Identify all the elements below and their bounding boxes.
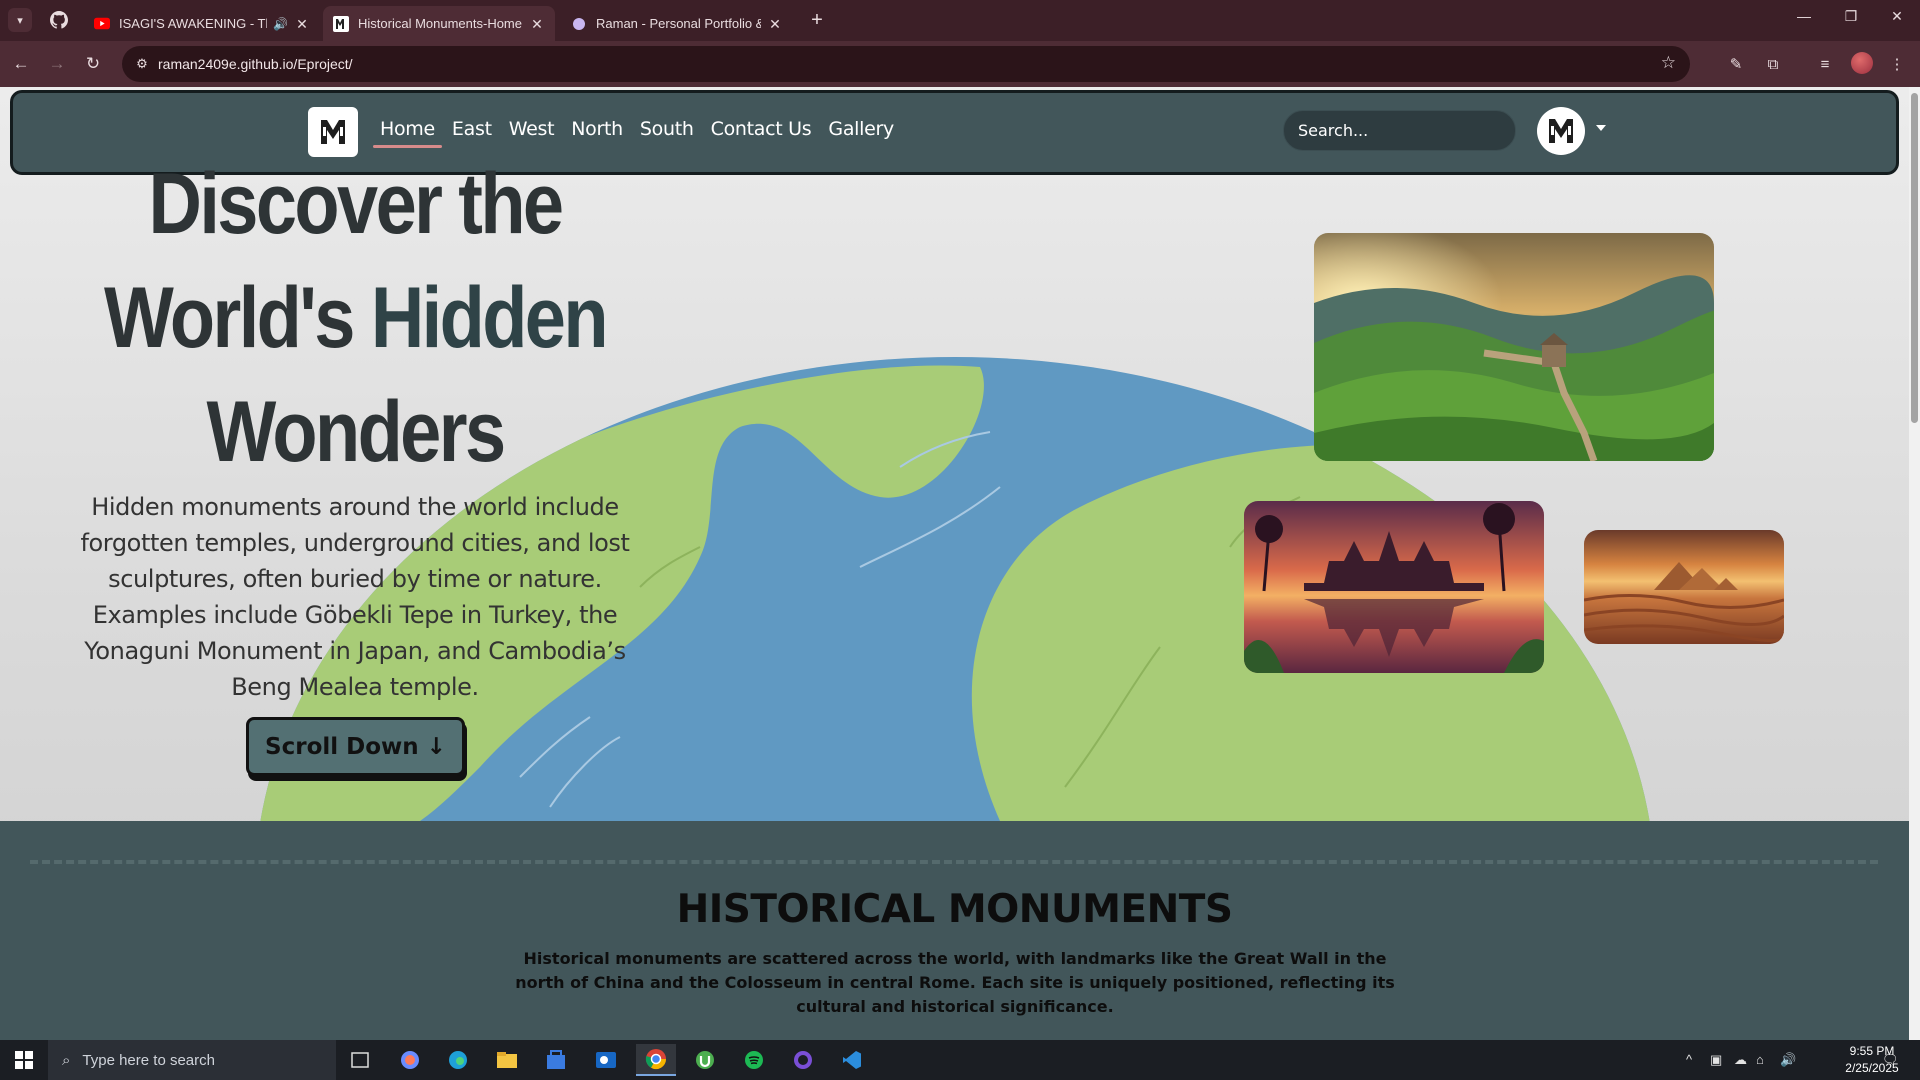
browser-tab-bar: ▾ ISAGI'S AWAKENING - This 🔊 ✕ Historica… — [0, 0, 1920, 41]
pyramids-image — [1584, 530, 1784, 644]
page-scrollbar[interactable] — [1909, 87, 1920, 1040]
close-tab-icon[interactable]: ✕ — [767, 16, 783, 32]
search-icon: ⌕ — [62, 1051, 71, 1069]
reload-icon[interactable]: ↻ — [82, 53, 104, 75]
file-explorer-icon[interactable] — [487, 1044, 527, 1076]
windows-start-button[interactable] — [0, 1040, 48, 1080]
scroll-down-button[interactable]: Scroll Down ↓ — [246, 717, 465, 776]
windows-taskbar: ⌕ Type here to search ^ ▣ ☁ ⌂ 🔊 9:55 PM … — [0, 1040, 1920, 1080]
edge-icon[interactable] — [438, 1044, 478, 1076]
hero-title-hidden: Hidden — [370, 270, 609, 366]
tab-historical-monuments[interactable]: Historical Monuments-Home ✕ — [323, 6, 555, 41]
minimize-button[interactable]: — — [1792, 8, 1816, 24]
media-controls-icon[interactable]: ≡ — [1814, 54, 1836, 76]
youtube-icon — [94, 16, 110, 32]
nav-link-west[interactable]: West — [509, 118, 555, 140]
site-logo-icon — [333, 15, 349, 32]
new-tab-button[interactable]: + — [806, 9, 828, 32]
search-input[interactable] — [1283, 110, 1516, 151]
site-logo-icon — [321, 120, 345, 144]
section-divider — [30, 860, 1878, 864]
user-avatar[interactable] — [1537, 107, 1585, 155]
task-view-icon[interactable] — [340, 1044, 380, 1076]
taskbar-search[interactable]: ⌕ Type here to search — [48, 1040, 336, 1080]
outlook-icon[interactable] — [586, 1044, 626, 1076]
store-icon[interactable] — [536, 1044, 576, 1076]
back-arrow-icon[interactable]: ← — [10, 53, 32, 75]
eyedropper-icon[interactable]: ✎ — [1725, 54, 1747, 76]
bookmark-star-icon[interactable]: ☆ — [1661, 53, 1676, 73]
tab-portfolio[interactable]: Raman - Personal Portfolio & R ✕ — [561, 6, 793, 41]
utorrent-icon[interactable] — [685, 1044, 725, 1076]
tray-chevron-icon[interactable]: ^ — [1686, 1052, 1692, 1067]
tab-title: ISAGI'S AWAKENING - This — [119, 16, 268, 31]
nav-link-east[interactable]: East — [452, 118, 492, 140]
site-info-icon[interactable]: ⚙ — [132, 54, 152, 74]
chrome-icon[interactable] — [636, 1044, 676, 1076]
volume-icon[interactable]: 🔊 — [1780, 1052, 1796, 1068]
extensions-icon[interactable]: ⧉ — [1762, 54, 1784, 76]
angkor-wat-image — [1244, 501, 1544, 673]
browser-toolbar: ← → ↻ ⚙ raman2409e.github.io/Eproject/ ☆… — [0, 41, 1920, 87]
tab-title: Raman - Personal Portfolio & R — [596, 16, 761, 31]
speaker-icon[interactable]: 🔊 — [273, 17, 288, 31]
windows-logo-icon — [15, 1051, 33, 1069]
nav-link-home[interactable]: Home — [373, 118, 442, 148]
profile-avatar[interactable] — [1851, 52, 1873, 74]
hero-description: Hidden monuments around the world includ… — [80, 493, 630, 701]
nav-link-contact-us[interactable]: Contact Us — [711, 118, 812, 140]
nav-links: Home East West North South Contact Us Ga… — [373, 118, 911, 148]
meet-now-icon[interactable]: ▣ — [1710, 1052, 1722, 1068]
restore-button[interactable]: ❐ — [1839, 8, 1863, 25]
monuments-description: Historical monuments are scattered acros… — [515, 949, 1395, 1016]
great-wall-image — [1314, 233, 1714, 461]
vscode-icon[interactable] — [832, 1044, 872, 1076]
taskbar-search-placeholder: Type here to search — [82, 1051, 215, 1069]
nav-link-north[interactable]: North — [571, 118, 623, 140]
url-text[interactable]: raman2409e.github.io/Eproject/ — [158, 56, 353, 72]
github-desktop-icon[interactable] — [783, 1044, 823, 1076]
site-logo-icon — [1549, 119, 1573, 143]
hero-title-line2: World's Hidden — [84, 261, 626, 375]
notifications-icon[interactable]: 🗨 — [1882, 1052, 1899, 1068]
github-pinned-tab[interactable] — [48, 9, 70, 31]
hero-title-line3: Wonders — [206, 384, 507, 480]
dropdown-caret-icon[interactable] — [1596, 125, 1606, 131]
address-bar[interactable]: ⚙ raman2409e.github.io/Eproject/ ☆ — [122, 46, 1690, 82]
nav-link-gallery[interactable]: Gallery — [828, 118, 894, 140]
more-menu-icon[interactable]: ⋮ — [1886, 54, 1908, 76]
close-window-button[interactable]: ✕ — [1885, 8, 1909, 25]
close-tab-icon[interactable]: ✕ — [294, 16, 310, 32]
monuments-section: HISTORICAL MONUMENTS Historical monument… — [0, 821, 1909, 1040]
network-icon[interactable]: ⌂ — [1756, 1052, 1764, 1067]
tab-search-icon[interactable]: ▾ — [8, 8, 32, 32]
hero-title-line1: Discover the — [148, 156, 565, 252]
portfolio-icon — [571, 16, 587, 32]
spotify-icon[interactable] — [734, 1044, 774, 1076]
hero-title-world: World's — [104, 270, 371, 366]
hero-title: Discover the World's Hidden Wonders — [84, 147, 626, 489]
copilot-icon[interactable] — [390, 1044, 430, 1076]
nav-link-south[interactable]: South — [640, 118, 694, 140]
scrollbar-thumb[interactable] — [1911, 93, 1918, 423]
tab-youtube[interactable]: ISAGI'S AWAKENING - This 🔊 ✕ — [84, 6, 320, 41]
onedrive-icon[interactable]: ☁ — [1734, 1052, 1747, 1068]
tab-title: Historical Monuments-Home — [358, 16, 522, 31]
close-tab-icon[interactable]: ✕ — [529, 16, 545, 32]
page-viewport: Home East West North South Contact Us Ga… — [0, 87, 1909, 1040]
github-icon — [50, 11, 68, 29]
monuments-title: HISTORICAL MONUMENTS — [676, 887, 1233, 932]
forward-arrow-icon[interactable]: → — [46, 53, 68, 75]
